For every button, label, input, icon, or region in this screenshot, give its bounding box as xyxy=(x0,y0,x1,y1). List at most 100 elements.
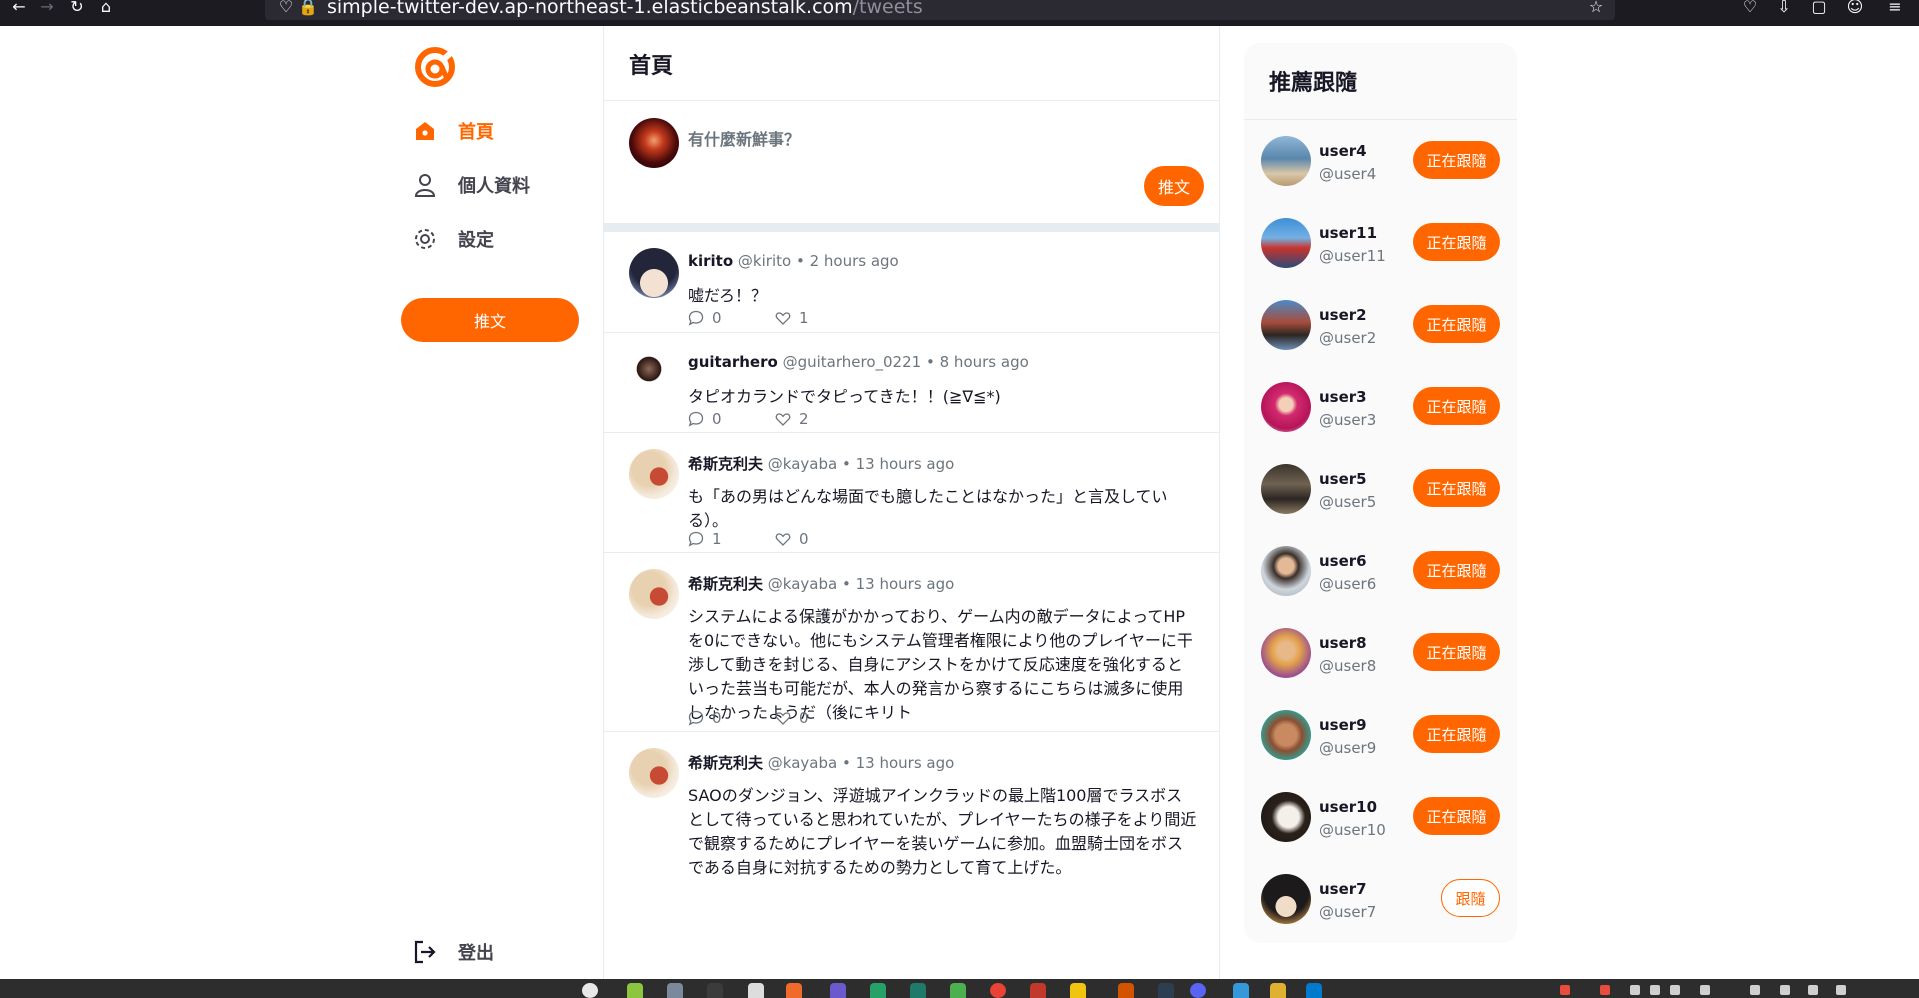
app-icon[interactable] xyxy=(1233,983,1249,998)
tweet-item[interactable]: guitarhero @guitarhero_0221 • 8 hours ag… xyxy=(604,333,1219,433)
tweet-item[interactable]: 希斯克利夫 @kayaba • 13 hours ago SAOのダンジョン、浮… xyxy=(604,732,1219,932)
avatar[interactable] xyxy=(1261,136,1311,186)
app-icon[interactable] xyxy=(1118,983,1134,998)
pocket-icon[interactable]: ♡ xyxy=(1737,0,1763,16)
avatar[interactable] xyxy=(629,349,679,399)
tray-icon[interactable] xyxy=(1600,985,1610,995)
avatar[interactable] xyxy=(629,248,679,298)
mint-icon[interactable] xyxy=(627,983,643,998)
firefox-icon[interactable] xyxy=(786,983,802,998)
avatar[interactable] xyxy=(629,748,679,798)
tweet-item[interactable]: kirito @kirito • 2 hours ago 嘘だろ！？ 0 1 xyxy=(604,232,1219,333)
reload-icon[interactable]: ↻ xyxy=(64,0,90,16)
reply-button[interactable]: 1 xyxy=(688,530,775,548)
app-icon[interactable] xyxy=(830,983,846,998)
tweet-input[interactable] xyxy=(688,130,1108,149)
app-icon[interactable] xyxy=(910,983,926,998)
following-button[interactable]: 正在跟隨 xyxy=(1413,551,1500,589)
follow-button[interactable]: 跟隨 xyxy=(1441,879,1500,917)
following-button[interactable]: 正在跟隨 xyxy=(1413,797,1500,835)
discord-icon[interactable] xyxy=(1190,983,1206,998)
like-button[interactable]: 1 xyxy=(775,309,862,327)
sidebar-item-settings[interactable]: 設定 xyxy=(412,219,592,259)
following-button[interactable]: 正在跟隨 xyxy=(1413,223,1500,261)
like-button[interactable]: 0 xyxy=(775,709,862,727)
tweet-author[interactable]: kirito xyxy=(688,252,733,270)
files-icon[interactable] xyxy=(667,983,683,998)
following-button[interactable]: 正在跟隨 xyxy=(1413,141,1500,179)
tray-icon[interactable] xyxy=(1630,985,1640,995)
avatar[interactable] xyxy=(1261,546,1311,596)
like-button[interactable]: 2 xyxy=(775,410,862,428)
tweet-item[interactable]: 希斯克利夫 @kayaba • 13 hours ago システムによる保護がか… xyxy=(604,553,1219,732)
tweet-item[interactable]: 希斯克利夫 @kayaba • 13 hours ago も「あの男はどんな場面… xyxy=(604,433,1219,553)
recommend-name[interactable]: user3 xyxy=(1319,388,1367,406)
following-button[interactable]: 正在跟隨 xyxy=(1413,387,1500,425)
recommend-name[interactable]: user11 xyxy=(1319,224,1377,242)
recommend-name[interactable]: user9 xyxy=(1319,716,1367,734)
recommend-name[interactable]: user7 xyxy=(1319,880,1367,898)
tray-icon[interactable] xyxy=(1808,985,1818,995)
home-icon[interactable]: ⌂ xyxy=(93,0,119,16)
tray-icon[interactable] xyxy=(1670,985,1680,995)
tray-icon[interactable] xyxy=(1700,985,1710,995)
avatar[interactable] xyxy=(1261,382,1311,432)
tray-icon[interactable] xyxy=(1780,985,1790,995)
tray-icon[interactable] xyxy=(1750,985,1760,995)
recommend-name[interactable]: user6 xyxy=(1319,552,1367,570)
terminal-icon[interactable] xyxy=(707,983,723,998)
avatar[interactable] xyxy=(1261,710,1311,760)
sidebar-item-home[interactable]: 首頁 xyxy=(412,111,592,151)
back-icon[interactable]: ← xyxy=(6,0,32,16)
avatar[interactable] xyxy=(1261,300,1311,350)
avatar[interactable] xyxy=(1261,792,1311,842)
app-icon[interactable] xyxy=(870,983,886,998)
avatar[interactable] xyxy=(1261,464,1311,514)
app-icon[interactable] xyxy=(1158,983,1174,998)
reply-button[interactable]: 0 xyxy=(688,709,775,727)
recommend-name[interactable]: user2 xyxy=(1319,306,1367,324)
mint-menu-icon[interactable] xyxy=(582,983,598,998)
forward-icon[interactable]: → xyxy=(34,0,60,16)
app-icon[interactable] xyxy=(1270,983,1286,998)
tray-icon[interactable] xyxy=(1650,985,1660,995)
tweet-author[interactable]: 希斯克利夫 xyxy=(688,754,763,772)
chrome-icon[interactable] xyxy=(990,983,1006,998)
recommend-name[interactable]: user4 xyxy=(1319,142,1367,160)
extensions-icon[interactable]: ▢ xyxy=(1806,0,1832,16)
recommend-name[interactable]: user5 xyxy=(1319,470,1367,488)
following-button[interactable]: 正在跟隨 xyxy=(1413,633,1500,671)
recommend-name[interactable]: user10 xyxy=(1319,798,1377,816)
tweet-author[interactable]: guitarhero xyxy=(688,353,778,371)
lock-icon[interactable]: 🔒 xyxy=(295,0,321,16)
app-icon[interactable] xyxy=(1030,983,1046,998)
app-icon[interactable] xyxy=(950,983,966,998)
tweet-author[interactable]: 希斯克利夫 xyxy=(688,455,763,473)
avatar[interactable] xyxy=(1261,218,1311,268)
tray-icon[interactable] xyxy=(1560,985,1570,995)
logo-icon[interactable] xyxy=(413,45,457,89)
following-button[interactable]: 正在跟隨 xyxy=(1413,715,1500,753)
download-icon[interactable]: ⇩ xyxy=(1771,0,1797,16)
composer-tweet-button[interactable]: 推文 xyxy=(1144,166,1204,206)
menu-icon[interactable]: ≡ xyxy=(1882,0,1908,16)
sidebar-item-profile[interactable]: 個人資料 xyxy=(412,165,592,205)
avatar[interactable] xyxy=(1261,874,1311,924)
recommend-name[interactable]: user8 xyxy=(1319,634,1367,652)
following-button[interactable]: 正在跟隨 xyxy=(1413,305,1500,343)
logout-button[interactable]: 登出 xyxy=(412,932,592,972)
avatar[interactable] xyxy=(629,569,679,619)
reply-button[interactable]: 0 xyxy=(688,309,775,327)
app-icon[interactable] xyxy=(748,983,764,998)
like-button[interactable]: 0 xyxy=(775,530,862,548)
account-icon[interactable]: ☺ xyxy=(1842,0,1868,16)
avatar[interactable] xyxy=(629,449,679,499)
url-bar[interactable]: ♡ 🔒 simple-twitter-dev.ap-northeast-1.el… xyxy=(265,0,1615,20)
bookmark-star-icon[interactable]: ☆ xyxy=(1583,0,1609,16)
app-icon[interactable] xyxy=(1070,983,1086,998)
following-button[interactable]: 正在跟隨 xyxy=(1413,469,1500,507)
vscode-icon[interactable] xyxy=(1306,983,1322,998)
tweet-author[interactable]: 希斯克利夫 xyxy=(688,575,763,593)
tray-icon[interactable] xyxy=(1836,985,1846,995)
sidebar-tweet-button[interactable]: 推文 xyxy=(401,298,579,342)
